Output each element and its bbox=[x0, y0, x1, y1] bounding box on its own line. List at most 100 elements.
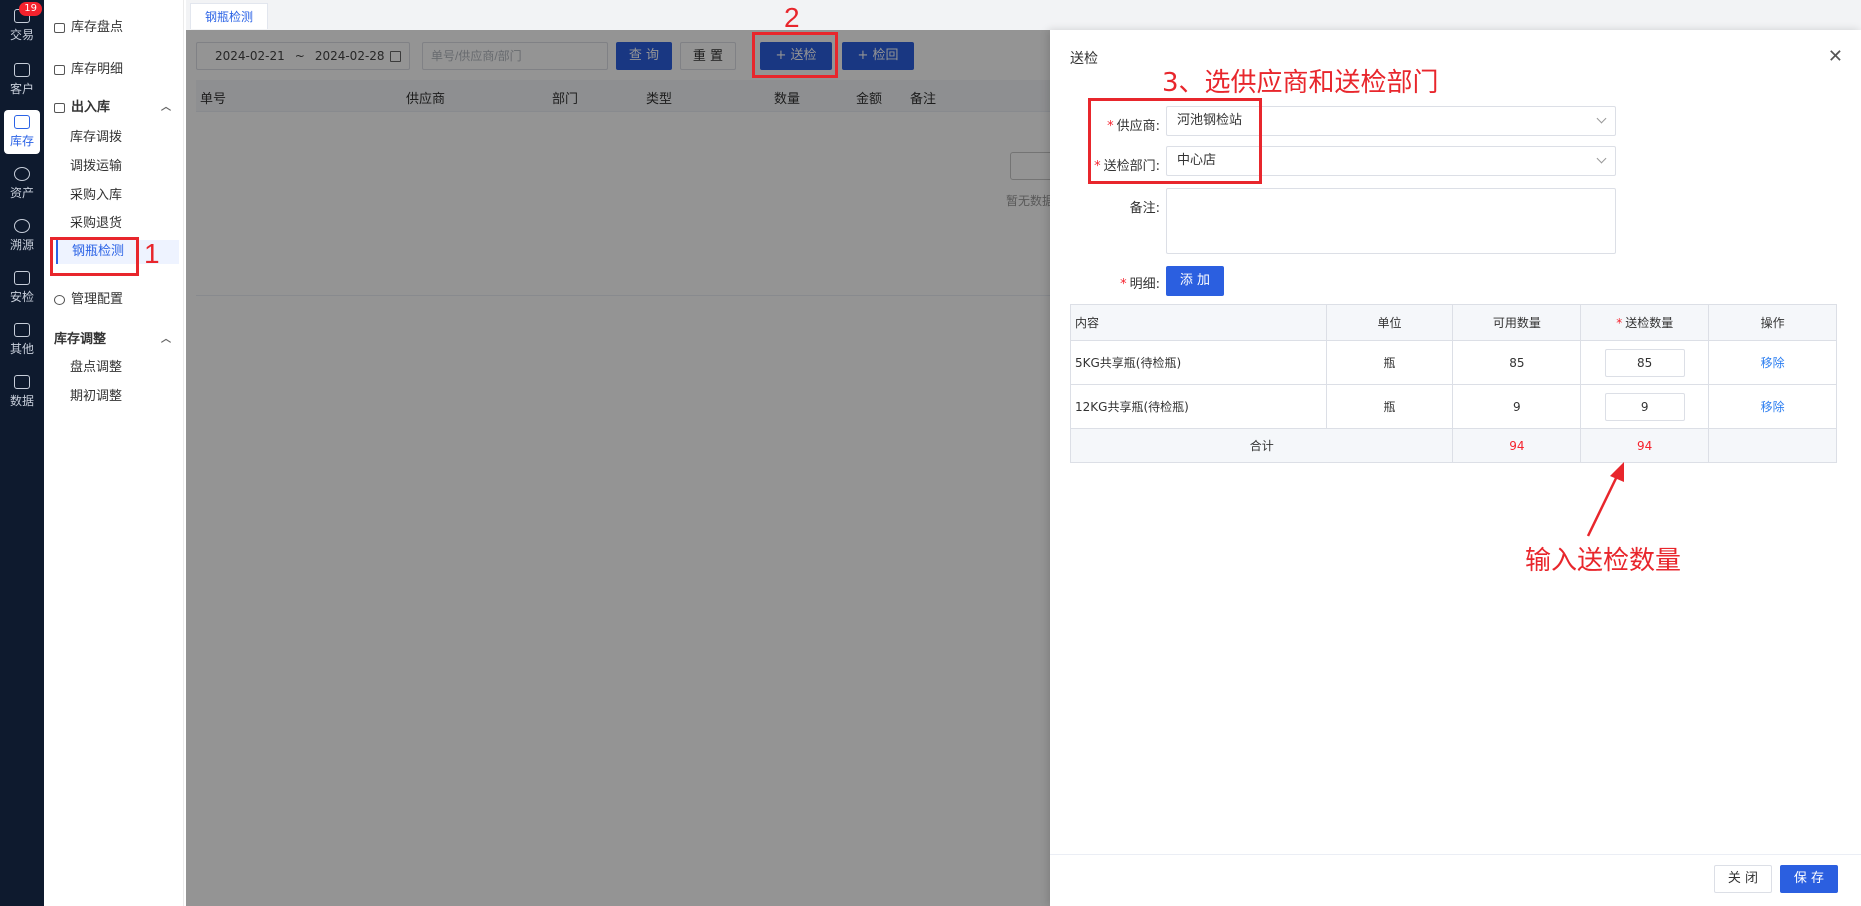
detail-label: * 明细: bbox=[1120, 277, 1160, 292]
sidebar-item-label: 管理配置 bbox=[71, 292, 124, 307]
rail-item-data[interactable]: 数据 bbox=[4, 370, 40, 414]
column-header: * 送检数量 bbox=[1580, 304, 1710, 341]
content-cell: 5KG共享瓶(待检瓶) bbox=[1070, 340, 1327, 385]
sidebar-item-label: 采购入库 bbox=[70, 188, 123, 203]
sub-sidebar: 库存盘点 库存明细 出入库 ︿ 库存调拨 调拨运输 采购入库 采购退货 钢瓶检测… bbox=[44, 0, 184, 906]
qty-cell: 85 bbox=[1580, 340, 1710, 385]
table-header-row: 内容 单位 可用数量 * 送检数量 操作 bbox=[1070, 304, 1837, 341]
inventory-icon bbox=[14, 115, 30, 129]
notification-badge: 19 bbox=[19, 2, 42, 16]
annotation-step1: 1 bbox=[144, 238, 160, 269]
detail-table: 内容 单位 可用数量 * 送检数量 操作 5KG共享瓶(待检瓶) 瓶 85 85 … bbox=[1069, 304, 1837, 463]
data-icon bbox=[14, 375, 30, 389]
available-cell: 9 bbox=[1452, 384, 1582, 429]
column-header: 单位 bbox=[1325, 304, 1454, 341]
annotation-step2: 2 bbox=[784, 2, 800, 33]
rail-label: 库存 bbox=[9, 134, 34, 148]
column-header: 操作 bbox=[1708, 304, 1837, 341]
rail-item-trade[interactable]: 交易 19 bbox=[4, 2, 42, 48]
sidebar-item-label: 调拨运输 bbox=[70, 159, 123, 174]
sidebar-item-transport[interactable]: 调拨运输 bbox=[70, 155, 183, 179]
qty-input[interactable]: 85 bbox=[1604, 348, 1685, 377]
sidebar-group-adjust[interactable]: 库存调整 ︿ bbox=[54, 328, 183, 352]
total-available: 94 bbox=[1452, 428, 1582, 463]
annotation-step3: 3、选供应商和送检部门 bbox=[1162, 68, 1439, 98]
annotation-arrow-icon bbox=[1586, 462, 1624, 537]
qty-input[interactable]: 9 bbox=[1604, 392, 1685, 421]
rail-label: 安检 bbox=[9, 290, 34, 304]
sidebar-item-count-adjust[interactable]: 盘点调整 bbox=[70, 356, 183, 380]
total-row: 合计 94 94 bbox=[1069, 428, 1837, 463]
rail-label: 交易 bbox=[9, 28, 34, 42]
file-search-icon bbox=[54, 103, 65, 113]
rail-label: 客户 bbox=[9, 82, 34, 96]
remove-link[interactable]: 移除 bbox=[1761, 356, 1785, 370]
tab-bar: 钢瓶检测 bbox=[186, 0, 1861, 30]
rail-item-asset[interactable]: 资产 bbox=[4, 162, 40, 206]
sidebar-item-label: 采购退货 bbox=[70, 216, 123, 231]
column-header: 内容 bbox=[1070, 304, 1327, 341]
sidebar-group-inout[interactable]: 出入库 ︿ bbox=[54, 96, 183, 120]
document-icon bbox=[54, 65, 65, 75]
qty-cell: 9 bbox=[1580, 384, 1710, 429]
save-button[interactable]: 保 存 bbox=[1780, 865, 1838, 893]
asset-icon bbox=[14, 167, 30, 181]
drawer-footer: 关 闭 保 存 bbox=[1050, 854, 1861, 906]
chevron-down-icon bbox=[1596, 113, 1607, 124]
chevron-up-icon: ︿ bbox=[161, 334, 171, 345]
sidebar-item-detail[interactable]: 库存明细 bbox=[54, 58, 183, 82]
table-row: 5KG共享瓶(待检瓶) 瓶 85 85 移除 bbox=[1070, 340, 1837, 385]
total-label: 合计 bbox=[1069, 428, 1454, 463]
modal-mask[interactable] bbox=[186, 30, 1050, 906]
add-detail-button[interactable]: 添 加 bbox=[1166, 266, 1224, 296]
table-row: 12KG共享瓶(待检瓶) 瓶 9 9 移除 bbox=[1070, 384, 1837, 429]
annotation-box-step1 bbox=[50, 237, 139, 276]
remove-link[interactable]: 移除 bbox=[1761, 400, 1785, 414]
rail-item-other[interactable]: 其他 bbox=[4, 318, 40, 362]
rail-label: 数据 bbox=[9, 394, 34, 408]
app-rail: 交易 19 客户 库存 资产 溯源 安检 其他 数据 bbox=[0, 0, 44, 906]
rail-label: 其他 bbox=[9, 342, 34, 356]
sidebar-group-label: 库存调整 bbox=[54, 332, 107, 347]
remark-label: 备注: bbox=[1129, 201, 1160, 216]
sidebar-item-label: 期初调整 bbox=[70, 389, 123, 404]
grid-icon bbox=[54, 23, 65, 33]
rail-label: 溯源 bbox=[9, 238, 34, 252]
gear-icon bbox=[54, 295, 65, 305]
sidebar-item-initial-adjust[interactable]: 期初调整 bbox=[70, 385, 183, 409]
action-cell: 移除 bbox=[1708, 384, 1837, 429]
other-icon bbox=[14, 323, 30, 337]
sidebar-item-stocktake[interactable]: 库存盘点 bbox=[54, 16, 183, 40]
rail-item-customer[interactable]: 客户 bbox=[4, 58, 40, 102]
tab-cylinder-check[interactable]: 钢瓶检测 bbox=[190, 3, 269, 29]
chevron-down-icon bbox=[1596, 153, 1607, 164]
unit-cell: 瓶 bbox=[1325, 384, 1454, 429]
chevron-up-icon: ︿ bbox=[161, 102, 171, 113]
unit-cell: 瓶 bbox=[1325, 340, 1454, 385]
close-icon[interactable]: ✕ bbox=[1828, 46, 1843, 67]
sidebar-group-label: 出入库 bbox=[71, 100, 111, 115]
rail-item-safety[interactable]: 安检 bbox=[4, 266, 40, 310]
annotation-box-step2 bbox=[752, 32, 838, 78]
rail-item-trace[interactable]: 溯源 bbox=[4, 214, 40, 258]
sidebar-item-label: 库存明细 bbox=[71, 62, 124, 77]
drawer-title: 送检 bbox=[1070, 51, 1098, 67]
sidebar-item-label: 库存盘点 bbox=[71, 20, 124, 35]
sidebar-item-label: 盘点调整 bbox=[70, 360, 123, 375]
sidebar-item-label: 库存调拨 bbox=[70, 130, 123, 145]
sidebar-item-purchase-in[interactable]: 采购入库 bbox=[70, 184, 183, 208]
action-cell: 移除 bbox=[1708, 340, 1837, 385]
trace-icon bbox=[14, 219, 30, 233]
safety-icon bbox=[14, 271, 30, 285]
remark-textarea[interactable] bbox=[1166, 188, 1616, 254]
annotation-box-step3 bbox=[1088, 98, 1262, 184]
rail-label: 资产 bbox=[9, 186, 34, 200]
rail-item-inventory[interactable]: 库存 bbox=[4, 110, 40, 154]
sidebar-item-transfer[interactable]: 库存调拨 bbox=[70, 126, 183, 150]
total-qty: 94 bbox=[1580, 428, 1710, 463]
close-button[interactable]: 关 闭 bbox=[1714, 865, 1772, 893]
available-cell: 85 bbox=[1452, 340, 1582, 385]
sidebar-item-config[interactable]: 管理配置 bbox=[54, 288, 183, 312]
content-cell: 12KG共享瓶(待检瓶) bbox=[1070, 384, 1327, 429]
sidebar-item-purchase-return[interactable]: 采购退货 bbox=[70, 212, 183, 236]
